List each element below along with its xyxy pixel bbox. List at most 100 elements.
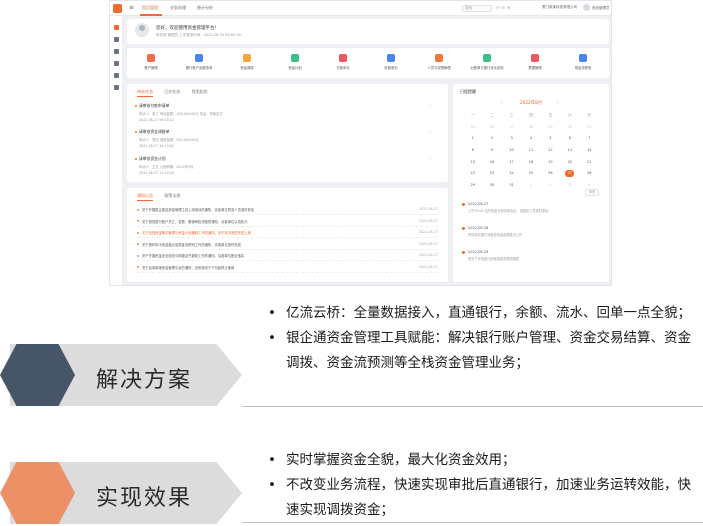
tab-todo[interactable]: 待办任务	[137, 89, 153, 94]
shortcut-item[interactable]: 资金计划	[271, 52, 319, 70]
calendar-day[interactable]: 3	[560, 182, 579, 194]
calendar-day[interactable]: 21	[580, 159, 599, 171]
notice-row[interactable]: 关于规范银行账户开立、变更、撤销审批流程的通知，请各单位认真执行 2022-08-…	[137, 217, 438, 227]
calendar-day[interactable]: 31	[502, 182, 521, 194]
calendar-day[interactable]: 11	[521, 147, 540, 159]
settings-icon[interactable]	[114, 85, 119, 90]
calendar-day[interactable]: 8	[463, 147, 482, 159]
tab-notices[interactable]: 通知公告	[137, 193, 153, 198]
solution-label: 解决方案	[96, 368, 193, 393]
task-item[interactable]: 请审核付款申请单 申请人：张三 申请金额：100,000.00元 事由：货款支付…	[135, 103, 439, 122]
home-icon[interactable]	[114, 25, 119, 30]
top-nav-bar: ≡ 首页管理 业务办理 统计分析 搜索 ◷ ☏ ✉ 厦门某某科技有限公司 系统管…	[110, 1, 611, 16]
calendar-day[interactable]: 7	[580, 135, 599, 147]
calendar-day[interactable]: 14	[580, 147, 599, 159]
calendar-day[interactable]: 18	[521, 159, 540, 171]
shortcut-icon	[435, 54, 443, 62]
calendar-day[interactable]: 24	[502, 170, 521, 182]
shortcut-item[interactable]: 票据管理	[511, 52, 559, 70]
calendar-day[interactable]: 20	[560, 159, 579, 171]
calendar-day[interactable]: 30	[560, 124, 579, 136]
shortcut-item[interactable]: 对账单与银行流水查询	[463, 52, 511, 70]
task-item[interactable]: 请审核资金调拨单 申请人：李四 调拨金额：500,000.00元 2022-08…	[135, 129, 439, 148]
menu-icon[interactable]: ≡	[129, 5, 134, 11]
calendar-day[interactable]: 28	[521, 124, 540, 136]
calendar-day[interactable]: 26	[541, 170, 560, 182]
calendar-day[interactable]: 30	[482, 182, 501, 194]
shortcut-item[interactable]: 现金流预测	[559, 52, 607, 70]
toolbar-icons[interactable]: ◷ ☏ ✉	[496, 5, 510, 10]
calendar-day[interactable]: 2	[541, 182, 560, 194]
notice-row[interactable]: 关于开展银企直连资金管理工具上线培训的通知，请各单位财务人员准时参加 2022-0…	[137, 205, 438, 215]
solution-bullets: • 亿流云桥：全量数据接入，直通银行，余额、流水、回单一点全貌； • 银企通资金管理…	[263, 301, 695, 376]
calendar-day[interactable]: 17	[502, 159, 521, 171]
shortcut-item[interactable]: 收款登记	[367, 52, 415, 70]
calendar-day[interactable]: 27	[560, 170, 579, 182]
chart-icon[interactable]	[114, 73, 119, 78]
calendar-day[interactable]: 12	[541, 147, 560, 159]
notice-row[interactable]: 关于启用新版资金管理平台的通知，旧系统将于下月起停止使用 2022-08-27	[137, 263, 438, 273]
nav-business[interactable]: 业务办理	[170, 5, 186, 11]
calendar-day[interactable]: 23	[482, 170, 501, 182]
nav-stats[interactable]: 统计分析	[197, 5, 213, 11]
notice-date: 2022-08-27	[418, 264, 438, 269]
calendar-day[interactable]: 29	[463, 182, 482, 194]
calendar-day[interactable]: 25	[463, 124, 482, 136]
user-icon[interactable]	[114, 61, 119, 66]
shortcut-item[interactable]: 人员与权限管理	[415, 52, 463, 70]
notice-row[interactable]: 关于加强资金集中管理与资金计划编制工作的通知，请于本月底前完成上报 2022-08…	[137, 228, 438, 238]
task-item[interactable]: 请审核资金计划 申请人：王五 计划周期：2022年9月 2022-08-27 1…	[135, 156, 439, 175]
calendar-day[interactable]: 22	[463, 170, 482, 182]
calendar-day[interactable]: 19	[541, 159, 560, 171]
calendar-day[interactable]: 3	[502, 135, 521, 147]
calendar-day[interactable]: 10	[502, 147, 521, 159]
bullet-dot	[137, 220, 139, 222]
calendar-day[interactable]: 2	[482, 135, 501, 147]
calendar-event[interactable]: 2022-08-28 完成本月银行对账及资金余额核对工作	[462, 226, 602, 237]
calendar-event[interactable]: 2022-08-27 上午10:00 召开资金计划评审会议，请相关人员准时参加	[462, 202, 602, 213]
shortcut-item[interactable]: 付款申请	[319, 52, 367, 70]
shortcut-icon	[291, 54, 299, 62]
calendar-day[interactable]: 15	[463, 159, 482, 171]
calendar-day[interactable]: 1	[521, 182, 540, 194]
notice-row[interactable]: 关于做好年中资金盘点及现金流预测工作的通知，请各单位按时完成 2022-08-27	[137, 240, 438, 250]
app-logo[interactable]	[113, 4, 122, 13]
calendar-day[interactable]: 16	[482, 159, 501, 171]
tab-initiated[interactable]: 我发起的	[192, 89, 208, 94]
shortcut-item[interactable]: 银行账户余额查询	[175, 52, 223, 70]
grid-icon[interactable]	[114, 37, 119, 42]
calendar-day[interactable]: 25	[521, 170, 540, 182]
notice-date: 2022-08-27	[418, 241, 438, 246]
sidebar	[110, 16, 123, 285]
bullet-text: 亿流云桥：全量数据接入，直通银行，余额、流水、回单一点全貌；	[286, 305, 691, 321]
calendar-day[interactable]: 13	[560, 147, 579, 159]
avatar[interactable]	[583, 4, 590, 11]
shortcut-item[interactable]: 账户管理	[127, 52, 175, 70]
search-input[interactable]: 搜索	[462, 5, 492, 12]
calendar-day[interactable]: 31	[580, 124, 599, 136]
today-button[interactable]: 今天	[585, 189, 599, 196]
calendar-day[interactable]: 9	[482, 147, 501, 159]
calendar-day[interactable]: 27	[502, 124, 521, 136]
calendar-day[interactable]: 28	[580, 170, 599, 182]
nav-home[interactable]: 首页管理	[142, 5, 158, 11]
chevron-right-icon[interactable]: ›	[557, 100, 559, 105]
bullet-dot-icon: •	[268, 330, 276, 346]
calendar-day[interactable]: 26	[482, 124, 501, 136]
company-name: 厦门某某科技有限公司	[542, 5, 577, 9]
user-name[interactable]: 系统管理员	[592, 6, 610, 11]
calendar-day[interactable]: 6	[560, 135, 579, 147]
tab-policies[interactable]: 政策法规	[164, 193, 180, 198]
calendar-event[interactable]: 2022-08-29 提交下月资金计划及现金流预测报表	[462, 250, 602, 261]
chevron-right-icon[interactable]: ›	[429, 129, 431, 134]
document-icon[interactable]	[114, 49, 119, 54]
tab-done[interactable]: 已办任务	[164, 89, 180, 94]
calendar-day[interactable]: 1	[463, 135, 482, 147]
calendar-day[interactable]: 4	[521, 135, 540, 147]
chevron-right-icon[interactable]: ›	[429, 156, 431, 161]
notice-row[interactable]: 关于开展资金安全检查与网银证书更新工作的通知，请各单位配合落实 2022-08-2…	[137, 251, 438, 261]
chevron-right-icon[interactable]: ›	[429, 103, 431, 108]
shortcut-item[interactable]: 资金调拨	[223, 52, 271, 70]
calendar-day[interactable]: 5	[541, 135, 560, 147]
calendar-day[interactable]: 29	[541, 124, 560, 136]
